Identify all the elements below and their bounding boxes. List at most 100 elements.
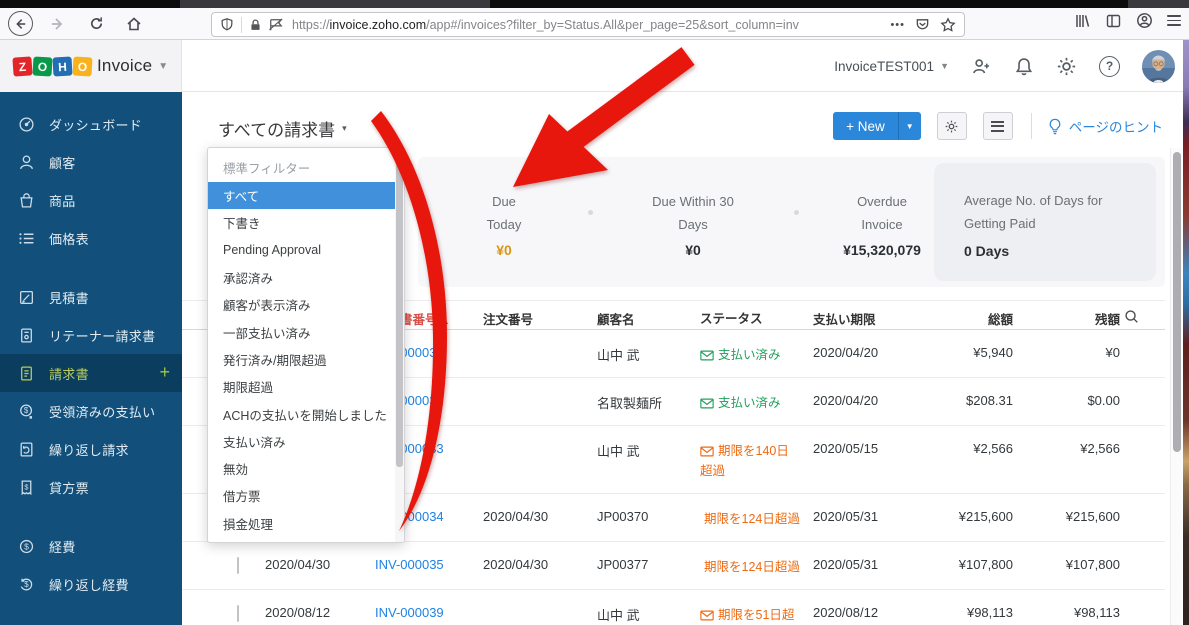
filter-caret-icon[interactable]: ▾: [342, 123, 347, 134]
sidebar: ダッシュボード 顧客 商品 価格表 見積書 リテーナー請求書 請求書 + $ 受…: [0, 92, 182, 625]
filter-menu-item[interactable]: 一部支払い済み: [208, 318, 404, 345]
view-toggle-button[interactable]: [982, 112, 1013, 140]
library-icon[interactable]: [1074, 13, 1091, 29]
new-button-group: + New ▼: [833, 112, 921, 140]
sidebar-item[interactable]: リテーナー請求書: [0, 316, 182, 354]
col-header-customer[interactable]: 顧客名: [597, 301, 700, 328]
sidebar-item[interactable]: 繰り返し請求: [0, 430, 182, 468]
sidebars-icon[interactable]: [1105, 13, 1122, 29]
filter-menu-item[interactable]: Pending Approval: [208, 237, 404, 264]
search-icon: [1125, 310, 1138, 323]
page-scrollbar[interactable]: [1170, 148, 1182, 625]
cell-status: 期限を124日超過: [704, 560, 800, 574]
sidebar-item[interactable]: $ 貸方票: [0, 468, 182, 506]
expenses-icon: $: [18, 538, 35, 555]
cell-total: ¥215,600: [958, 509, 1013, 524]
cell-status: 期限を124日超過: [704, 512, 800, 526]
settings-gear-icon[interactable]: [1056, 56, 1077, 77]
url-bar[interactable]: https://invoice.zoho.com/app#/invoices?f…: [211, 12, 965, 37]
col-header-due-date[interactable]: 支払い期限: [813, 301, 905, 328]
zoho-logo[interactable]: Z O H O Invoice ▼: [0, 40, 182, 92]
stat-label: Due Within 30 Days: [652, 194, 734, 232]
permissions-blocked-icon[interactable]: [268, 17, 284, 32]
sidebar-item[interactable]: $ 繰り返し経費: [0, 565, 182, 603]
list-view-icon: [991, 120, 1005, 132]
filter-menu-item[interactable]: 承認済み: [208, 264, 404, 291]
zoho-logo-tiles: Z O H O: [12, 55, 93, 77]
items-icon: [18, 192, 35, 209]
product-name: Invoice: [97, 56, 153, 75]
sidebar-item[interactable]: 価格表: [0, 219, 182, 257]
col-header-total[interactable]: 総額: [905, 301, 1013, 328]
url-more-icon[interactable]: •••: [890, 19, 905, 31]
cell-invoice-number-link[interactable]: INV-000035: [375, 542, 483, 584]
cell-total: $208.31: [966, 393, 1013, 408]
sidebar-item[interactable]: 見積書: [0, 278, 182, 316]
dropdown-scrollbar-thumb[interactable]: [396, 151, 403, 467]
cell-order-number: [483, 590, 597, 617]
back-button[interactable]: [6, 10, 34, 38]
sidebar-item[interactable]: 顧客: [0, 143, 182, 181]
chevron-down-icon: ▼: [940, 61, 949, 71]
filter-menu-item[interactable]: 発行済み/期限超過: [208, 346, 404, 373]
invite-users-icon[interactable]: [971, 56, 992, 76]
row-checkbox[interactable]: [237, 557, 239, 574]
stat-label: Due Today: [486, 194, 522, 232]
page-tips-link[interactable]: ページのヒント: [1048, 116, 1163, 136]
invoice-row[interactable]: 2020/08/12 INV-000039 山中 武 期限を51日超過 2020…: [182, 590, 1165, 625]
col-header-balance[interactable]: 残額: [1013, 301, 1120, 328]
cell-balance: ¥98,113: [1073, 605, 1120, 620]
stat-card: Due Within 30 Days ¥0: [590, 157, 799, 287]
notifications-bell-icon[interactable]: [1014, 56, 1034, 77]
sidebar-item[interactable]: $ 受領済みの支払い: [0, 392, 182, 430]
filter-menu-item[interactable]: 借方票: [208, 482, 404, 509]
new-button-caret[interactable]: ▼: [897, 112, 921, 140]
pocket-icon[interactable]: [915, 17, 930, 32]
sidebar-item[interactable]: ダッシュボード: [0, 105, 182, 143]
dropdown-scrollbar[interactable]: [395, 148, 404, 542]
col-header-status[interactable]: ステータス: [700, 301, 813, 329]
url-text[interactable]: https://invoice.zoho.com/app#/invoices?f…: [292, 18, 884, 32]
filter-menu-item[interactable]: すべて: [208, 182, 404, 210]
help-icon[interactable]: ?: [1099, 55, 1120, 77]
filter-menu-item[interactable]: 顧客が表示済み: [208, 291, 404, 318]
filter-menu-item[interactable]: 下書き: [208, 209, 404, 236]
forward-button[interactable]: [44, 10, 72, 38]
row-checkbox[interactable]: [237, 605, 239, 622]
chevron-down-icon[interactable]: ▼: [158, 61, 168, 72]
invoice-row[interactable]: 2020/04/30 INV-000035 2020/04/30 JP00377…: [182, 542, 1165, 590]
cell-due-date: 2020/04/20: [813, 345, 879, 360]
sidebar-item[interactable]: 請求書 +: [0, 354, 182, 392]
cell-invoice-number-link[interactable]: INV-000039: [375, 590, 483, 625]
lock-icon[interactable]: [249, 18, 262, 32]
list-settings-button[interactable]: [936, 112, 967, 140]
stat-value: 0 Days: [964, 243, 1010, 259]
col-header-order-number[interactable]: 注文番号: [483, 301, 597, 328]
filter-menu-item[interactable]: 損金処理: [208, 510, 404, 537]
new-invoice-plus-icon[interactable]: +: [159, 362, 170, 383]
cell-total: ¥98,113: [966, 605, 1013, 620]
filter-dropdown-header: 標準フィルター: [223, 162, 311, 176]
recurring-invoice-icon: [18, 441, 35, 458]
new-button[interactable]: + New: [833, 112, 898, 140]
reload-button[interactable]: [82, 10, 110, 38]
filter-menu-item[interactable]: 支払い済み: [208, 428, 404, 455]
sidebar-item[interactable]: $ 経費: [0, 527, 182, 565]
page-scrollbar-thumb[interactable]: [1173, 152, 1181, 452]
home-button[interactable]: [120, 10, 148, 38]
filter-menu-item[interactable]: 期限超過: [208, 373, 404, 400]
menu-icon[interactable]: [1167, 14, 1181, 27]
cell-due-date: 2020/05/31: [813, 509, 879, 524]
user-avatar[interactable]: [1142, 49, 1175, 83]
account-icon[interactable]: [1136, 12, 1153, 29]
org-selector[interactable]: InvoiceTEST001 ▼: [834, 59, 949, 74]
bookmark-star-icon[interactable]: [940, 16, 956, 33]
filter-menu-item[interactable]: 無効: [208, 455, 404, 482]
dashboard-icon: [18, 116, 35, 133]
sidebar-item[interactable]: 商品: [0, 181, 182, 219]
browser-active-tab[interactable]: [180, 0, 490, 8]
table-search-button[interactable]: [1120, 301, 1165, 327]
shield-icon[interactable]: [220, 17, 234, 32]
stat-value: ¥0: [685, 242, 701, 258]
filter-menu-item[interactable]: ACHの支払いを開始しました: [208, 400, 404, 427]
